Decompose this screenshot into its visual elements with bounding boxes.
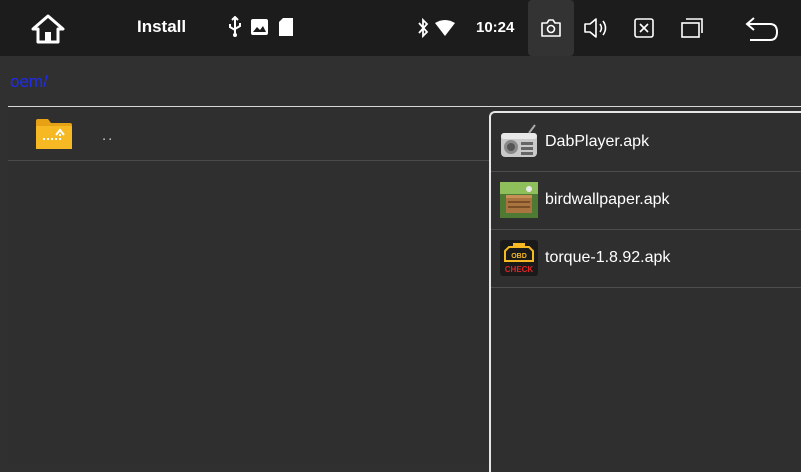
sd-card-icon: [279, 18, 293, 36]
apk-name: DabPlayer.apk: [545, 133, 650, 150]
volume-icon: [584, 18, 607, 38]
apk-list-panel: DabPlayer.apk birdwallpaper.apk OBD CHEC…: [489, 111, 801, 472]
current-path[interactable]: oem/: [10, 72, 48, 92]
camera-icon: [541, 19, 561, 37]
bluetooth-icon: [417, 18, 429, 38]
back-icon: [745, 17, 779, 41]
file-list: ..: [8, 107, 490, 465]
status-bar: Install 10:24: [0, 0, 801, 56]
path-bar: oem/: [8, 60, 801, 106]
app-title: Install: [137, 17, 187, 36]
apk-item-torque[interactable]: OBD CHECK torque-1.8.92.apk: [491, 229, 801, 288]
apk-item-birdwallpaper[interactable]: birdwallpaper.apk: [491, 171, 801, 230]
wifi-icon: [435, 20, 455, 36]
radio-icon: [501, 124, 537, 157]
apk-name: birdwallpaper.apk: [545, 191, 670, 208]
folder-up-icon: [36, 119, 72, 149]
usb-icon: [227, 16, 243, 38]
close-icon: [634, 18, 654, 38]
image-icon: [251, 19, 268, 35]
birdwallpaper-icon: [500, 182, 538, 218]
parent-directory-label: ..: [102, 127, 115, 144]
screenshot-button[interactable]: [528, 0, 574, 56]
home-icon: [31, 14, 65, 44]
obd-check-icon: OBD CHECK: [500, 240, 538, 276]
volume-button[interactable]: [583, 14, 609, 42]
back-button[interactable]: [742, 16, 780, 42]
clock: 10:24: [476, 19, 515, 36]
home-button[interactable]: [28, 12, 68, 46]
svg-text:CHECK: CHECK: [505, 265, 534, 274]
svg-text:OBD: OBD: [511, 253, 527, 260]
close-button[interactable]: [633, 17, 655, 39]
apk-name: torque-1.8.92.apk: [545, 249, 671, 266]
recent-apps-button[interactable]: [680, 15, 704, 41]
recent-apps-icon: [681, 18, 703, 38]
parent-directory-row[interactable]: ..: [8, 107, 490, 161]
apk-item-dabplayer[interactable]: DabPlayer.apk: [491, 113, 801, 172]
